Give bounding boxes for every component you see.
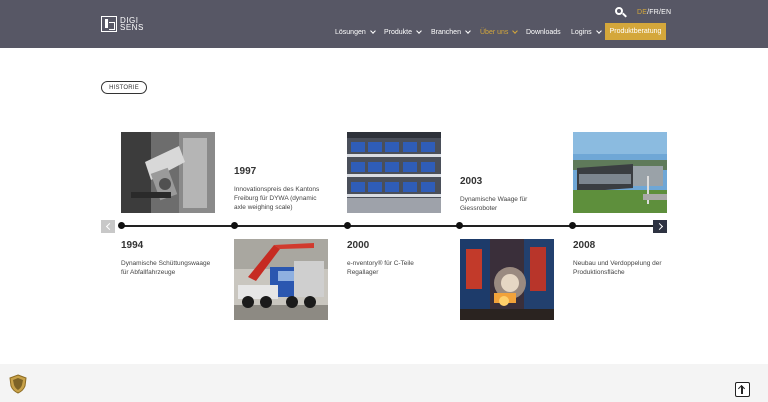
timeline-photo-2008: [573, 132, 667, 213]
chevron-down-icon: [512, 27, 519, 34]
timeline-dot: [118, 222, 125, 229]
timeline-dot: [456, 222, 463, 229]
nav-item-branchen[interactable]: Branchen: [431, 23, 471, 41]
lang-others[interactable]: /FR/EN: [647, 9, 671, 16]
nav-item-ueber-uns[interactable]: Über uns: [480, 23, 519, 41]
timeline-text: Innovationspreis des Kantons Freiburg fü…: [234, 186, 320, 211]
search-icon[interactable]: [615, 7, 627, 18]
timeline-text: Dynamische Schüttungswaage für Abfallfah…: [121, 260, 211, 276]
site-header: DIGI SENS DE/FR/EN Lösungen Produkte Bra…: [0, 0, 768, 48]
timeline-text: e-nventory® für C-Teile Regallager: [347, 260, 414, 276]
logo-mark-icon: [101, 16, 117, 32]
timeline-year: 1997: [234, 166, 257, 177]
nav-item-logins[interactable]: Logins: [571, 23, 602, 41]
footer: [0, 364, 768, 402]
timeline-year: 2003: [460, 176, 483, 187]
timeline-photo-2000: [347, 132, 441, 213]
nav-item-produkte[interactable]: Produkte: [384, 23, 422, 41]
language-switcher[interactable]: DE/FR/EN: [637, 9, 671, 16]
chevron-right-icon: [655, 222, 663, 231]
timeline-dot: [569, 222, 576, 229]
scroll-to-top-button[interactable]: [735, 382, 750, 397]
timeline-photo-1997: [234, 239, 328, 320]
timeline-year: 1994: [121, 240, 144, 251]
section-badge: HISTORIE: [101, 81, 147, 94]
timeline-photo-1994: [121, 132, 215, 213]
shield-icon[interactable]: [8, 374, 28, 394]
nav-item-loesungen[interactable]: Lösungen: [335, 23, 376, 41]
chevron-left-icon: [105, 222, 113, 231]
timeline-photo-2003: [460, 239, 554, 320]
timeline-next-button[interactable]: [653, 220, 667, 233]
timeline-prev-button[interactable]: [101, 220, 115, 233]
timeline-year: 2000: [347, 240, 370, 251]
product-consulting-button[interactable]: Produktberatung: [605, 23, 666, 40]
logo-text: DIGI SENS: [120, 16, 144, 32]
timeline-dot: [344, 222, 351, 229]
logo[interactable]: DIGI SENS: [101, 16, 144, 32]
timeline-text: Neubau und Verdoppelung der Produktionsf…: [573, 260, 662, 276]
chevron-down-icon: [369, 27, 376, 34]
nav-item-downloads[interactable]: Downloads: [526, 23, 561, 41]
chevron-down-icon: [416, 27, 422, 34]
chevron-down-icon: [595, 27, 602, 34]
lang-active[interactable]: DE: [637, 9, 647, 16]
timeline-dot: [231, 222, 238, 229]
timeline-text: Dynamische Waage für Giessroboter: [460, 196, 528, 212]
timeline-year: 2008: [573, 240, 596, 251]
chevron-down-icon: [465, 27, 471, 34]
